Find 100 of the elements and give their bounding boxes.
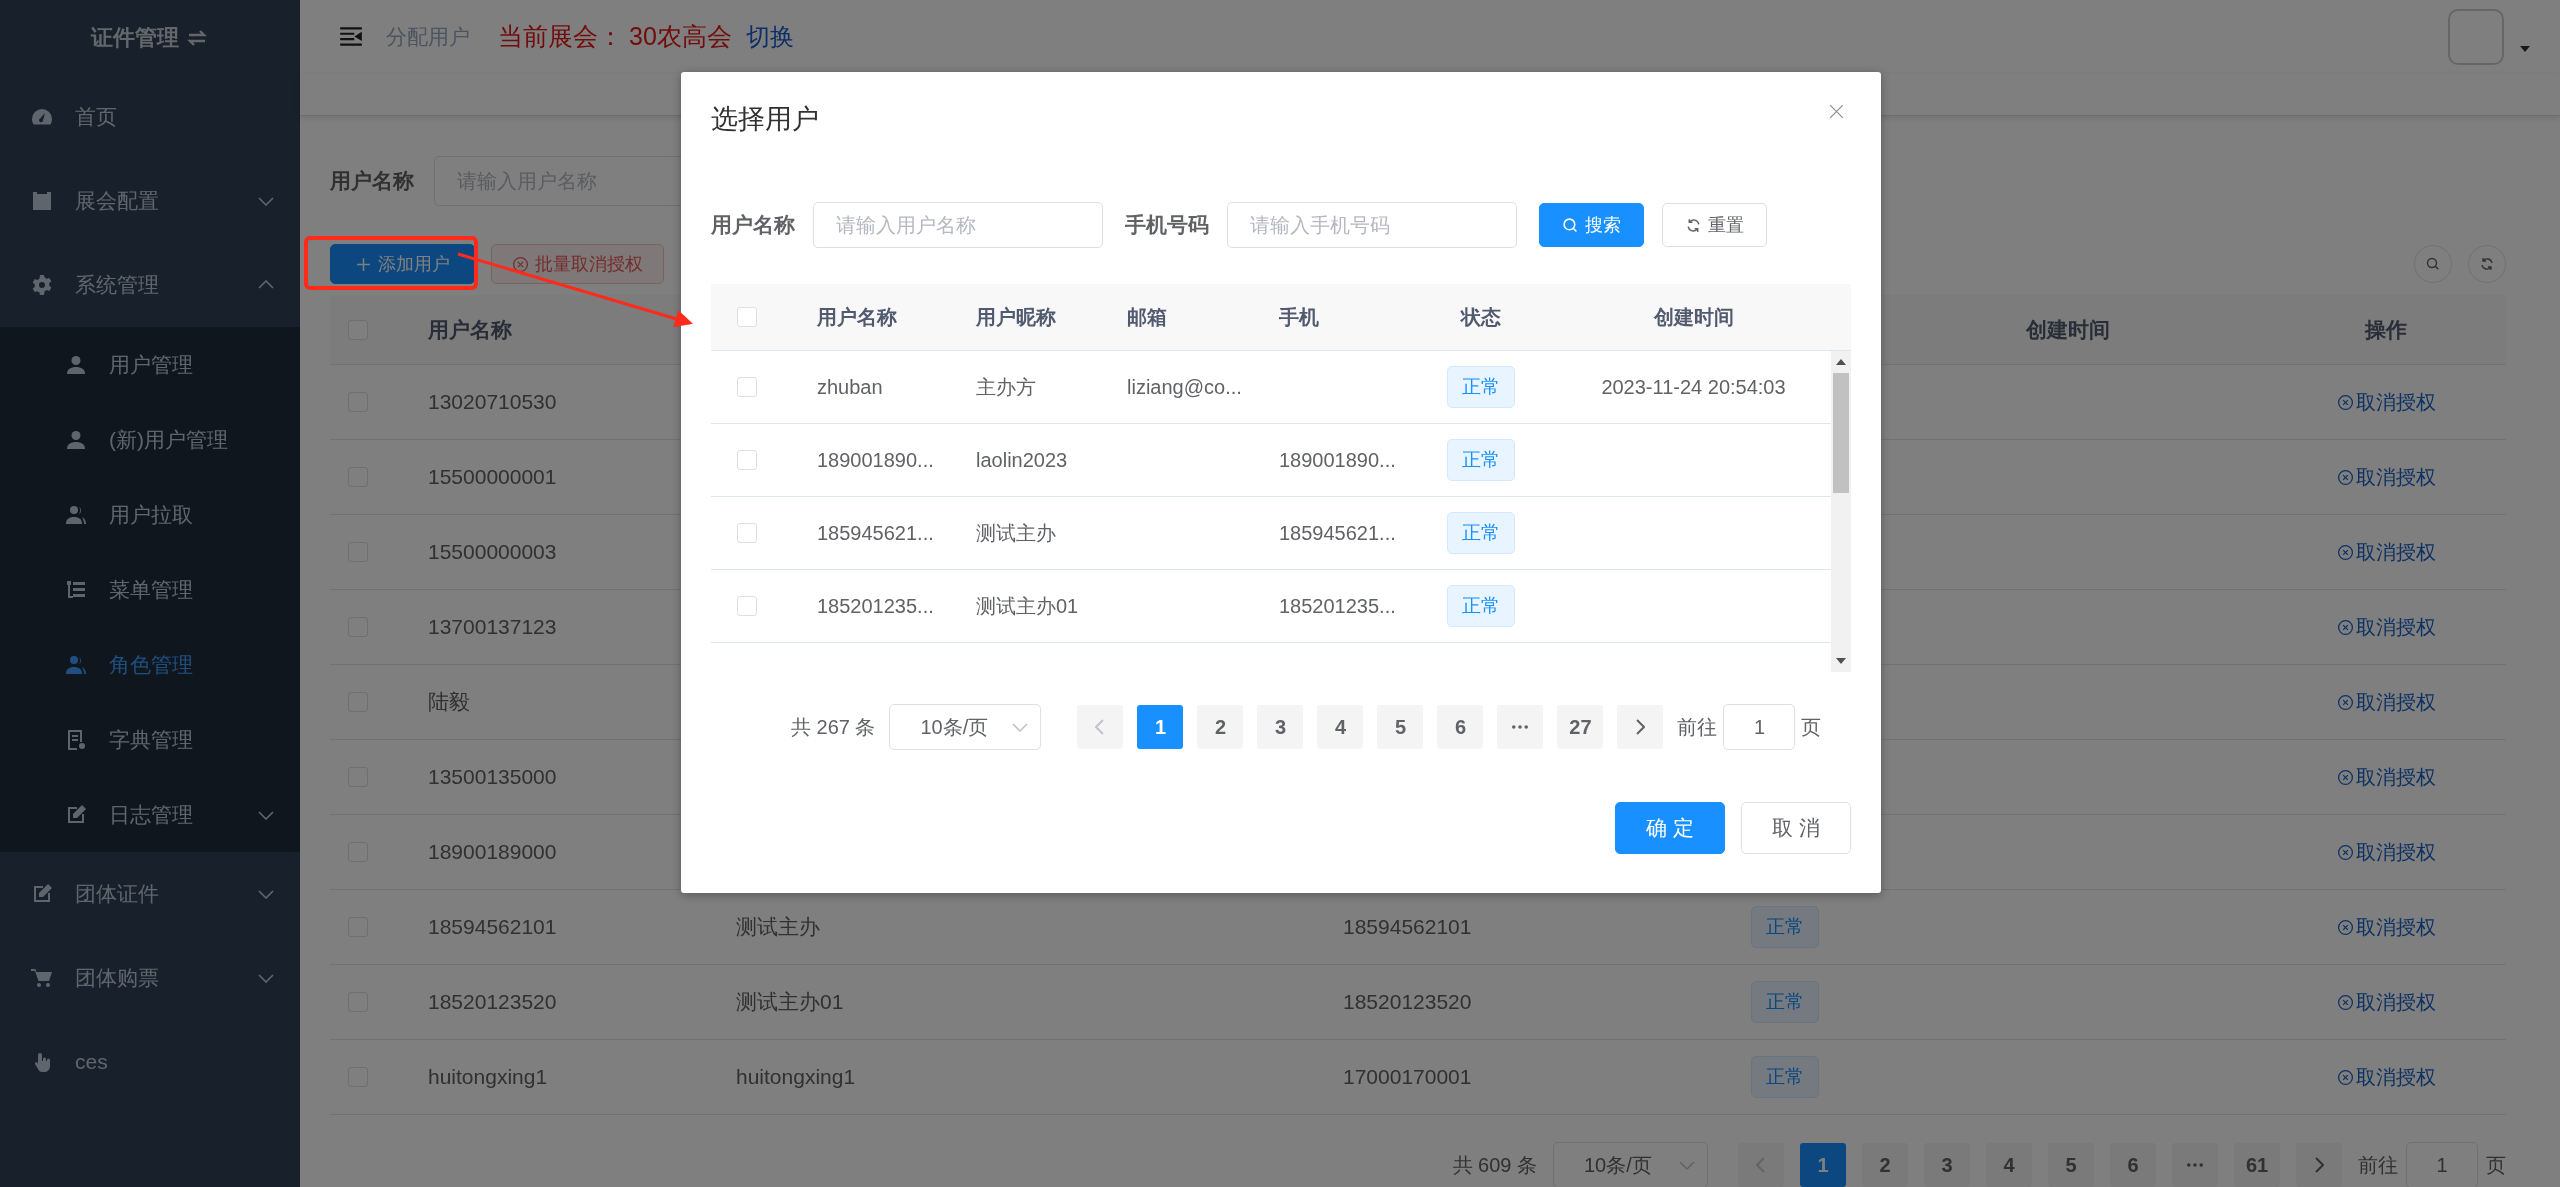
- menu-item[interactable]: 角色管理: [0, 627, 300, 702]
- search-button[interactable]: 搜索: [1539, 203, 1644, 247]
- revoke-link[interactable]: 取消授权: [2336, 688, 2436, 716]
- avatar[interactable]: [2448, 8, 2504, 65]
- page-size-select[interactable]: 10条/页: [1553, 1142, 1708, 1187]
- more-pages-button[interactable]: [2172, 1143, 2218, 1187]
- search-field[interactable]: 请输入手机号码: [1227, 202, 1517, 248]
- circle-close-icon: [512, 255, 529, 273]
- chevron-left-icon: [1095, 719, 1106, 735]
- goto-page-field[interactable]: 1: [2406, 1142, 2478, 1187]
- revoke-link[interactable]: 取消授权: [2336, 388, 2436, 416]
- page-button[interactable]: 4: [1986, 1143, 2032, 1187]
- page-button[interactable]: 2: [1197, 705, 1244, 749]
- next-page-button[interactable]: [2296, 1143, 2342, 1187]
- page-unit: 页: [2486, 1152, 2506, 1178]
- page-button[interactable]: 2: [1862, 1143, 1908, 1187]
- refresh-icon: [2479, 256, 2495, 272]
- menu-item[interactable]: 团体购票: [0, 936, 300, 1020]
- page-button[interactable]: 1: [1800, 1143, 1846, 1187]
- column-header: 用户名称: [817, 304, 897, 330]
- caret-icon[interactable]: [2520, 45, 2530, 52]
- table-cell: 13700137123: [428, 615, 557, 639]
- circle-close-icon: [2336, 618, 2354, 636]
- table-cell: 185945621...: [1279, 521, 1396, 545]
- menu-item[interactable]: (新)用户管理: [0, 402, 300, 477]
- status-tag: 正常: [1751, 906, 1819, 948]
- revoke-link[interactable]: 取消授权: [2336, 763, 2436, 791]
- field-label: 用户名称: [711, 212, 795, 238]
- chevron-down-icon: [1012, 722, 1029, 732]
- checkbox[interactable]: [737, 450, 757, 470]
- page-button[interactable]: 6: [1437, 705, 1484, 749]
- next-page-button[interactable]: [1617, 705, 1664, 749]
- checkbox[interactable]: [737, 523, 757, 543]
- circle-close-icon: [2336, 768, 2354, 786]
- add-user-button[interactable]: 添加用户: [330, 244, 475, 284]
- switch-link[interactable]: 切换: [745, 20, 794, 53]
- page-button[interactable]: 5: [2048, 1143, 2094, 1187]
- page-button[interactable]: 6: [2110, 1143, 2156, 1187]
- menu-item[interactable]: 展会配置: [0, 159, 300, 243]
- exhibition-name: 30农高会: [629, 21, 732, 53]
- page-button[interactable]: 5: [1377, 705, 1424, 749]
- page-button[interactable]: 3: [1924, 1143, 1970, 1187]
- table-cell: 2023-11-24 20:54:03: [1601, 375, 1786, 399]
- table-cell-text: 测试主办: [976, 520, 1056, 546]
- table-cell: 18520123520: [428, 990, 557, 1014]
- page-button[interactable]: 4: [1317, 705, 1364, 749]
- more-pages-button[interactable]: [1497, 705, 1544, 749]
- revoke-link[interactable]: 取消授权: [2336, 913, 2436, 941]
- table-cell-text: 测试主办: [736, 914, 820, 940]
- page-button[interactable]: 27: [1557, 705, 1604, 749]
- goto-page-field[interactable]: 1: [1723, 704, 1796, 750]
- table-cell-text: 陆毅: [428, 689, 470, 715]
- scrollbar[interactable]: [1831, 351, 1851, 672]
- revoke-link[interactable]: 取消授权: [2336, 988, 2436, 1016]
- revoke-link[interactable]: 取消授权: [2336, 538, 2436, 566]
- search-button[interactable]: [2414, 245, 2452, 283]
- cart-icon: [30, 966, 54, 990]
- menu-item[interactable]: 用户管理: [0, 327, 300, 402]
- goto-label: 前往: [2358, 1152, 2398, 1178]
- menu-item[interactable]: 用户拉取: [0, 477, 300, 552]
- column-header: 用户名称: [428, 316, 512, 343]
- page-unit: 页: [1801, 714, 1822, 740]
- menu-item[interactable]: 首页: [0, 75, 300, 159]
- checkbox[interactable]: [737, 377, 757, 397]
- more-icon: [2187, 1163, 2203, 1167]
- circle-close-icon: [2336, 693, 2354, 711]
- column-header: 操作: [2365, 316, 2407, 343]
- menu-item[interactable]: ces: [0, 1020, 300, 1104]
- total-count: 共 267 条: [791, 714, 876, 740]
- reset-button[interactable]: 重置: [1662, 203, 1767, 247]
- circle-close-icon: [2336, 543, 2354, 561]
- revoke-link[interactable]: 取消授权: [2336, 463, 2436, 491]
- status-tag: 正常: [1751, 1056, 1819, 1098]
- checkbox[interactable]: [737, 307, 757, 327]
- menu-item[interactable]: 团体证件: [0, 852, 300, 936]
- revoke-link[interactable]: 取消授权: [2336, 838, 2436, 866]
- menu-item[interactable]: 系统管理: [0, 243, 300, 327]
- page-button[interactable]: 1: [1137, 705, 1184, 749]
- exhibition-label: 当前展会：: [498, 21, 623, 53]
- refresh-button[interactable]: [2468, 245, 2506, 283]
- page-size-select[interactable]: 10条/页: [889, 704, 1042, 750]
- confirm-button[interactable]: 确 定: [1615, 802, 1725, 854]
- page-button[interactable]: 61: [2234, 1143, 2280, 1187]
- cancel-button[interactable]: 取 消: [1741, 802, 1851, 854]
- scroll-down-icon[interactable]: [1836, 658, 1846, 664]
- revoke-link[interactable]: 取消授权: [2336, 1063, 2436, 1091]
- checkbox[interactable]: [737, 596, 757, 616]
- page-button[interactable]: 3: [1257, 705, 1304, 749]
- close-icon[interactable]: [1828, 102, 1845, 120]
- circle-close-icon: [2336, 993, 2354, 1011]
- more-icon: [1512, 725, 1529, 729]
- revoke-link[interactable]: 取消授权: [2336, 613, 2436, 641]
- menu-item[interactable]: 菜单管理: [0, 552, 300, 627]
- search-field[interactable]: 请输入用户名称: [813, 202, 1103, 248]
- table-cell: 13020710530: [428, 390, 557, 414]
- menu-item[interactable]: 日志管理: [0, 777, 300, 852]
- column-header: 状态: [1461, 304, 1501, 330]
- menu-item[interactable]: 字典管理: [0, 702, 300, 777]
- scroll-up-icon[interactable]: [1836, 359, 1846, 365]
- table-cell: 13500135000: [428, 765, 557, 789]
